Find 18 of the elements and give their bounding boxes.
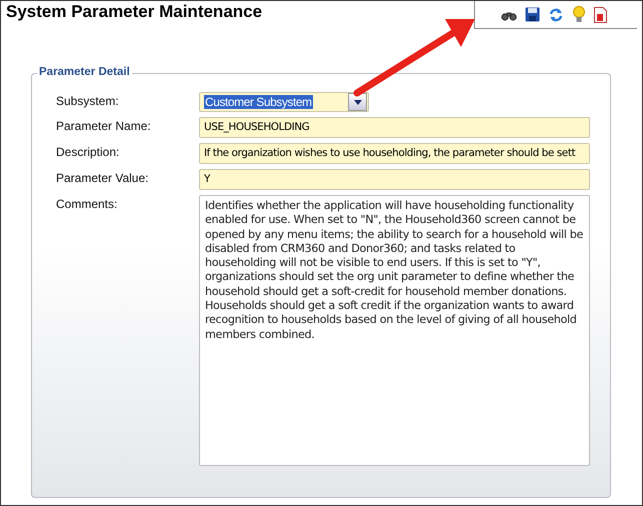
subsystem-dropdown[interactable]: Customer Subsystem (199, 92, 369, 112)
input-field[interactable]: Y (199, 169, 590, 190)
save-icon[interactable] (525, 7, 540, 22)
window-title: System Parameter Maintenance (5, 1, 264, 23)
input-field[interactable]: USE_HOUSEHOLDING (199, 117, 590, 138)
caret-icon (354, 100, 362, 104)
dropdown-button[interactable] (348, 93, 367, 111)
input-field[interactable]: If the organization wishes to use householding, the parameter should be sett (199, 143, 590, 164)
lightbulb-icon[interactable] (572, 6, 586, 23)
field-label: Subsystem: (56, 93, 120, 108)
field-label: Parameter Name: (56, 118, 152, 133)
panel-title: Parameter Detail (37, 66, 132, 78)
field-label: Comments: (56, 196, 118, 211)
refresh-icon[interactable] (548, 6, 564, 22)
field-label: Parameter Value: (56, 170, 150, 185)
field-label: Description: (56, 144, 120, 159)
comments-field[interactable]: Identifies whether the application will have householding functionality enabled for use. When set to "N", the Household360 screen cannot be opened by any menu items; the ability to search for a household will be disabled from CRM360 and Donor360; and tasks related to householding will not be visible to end users. If this is set to "Y", organizations should set the org unit parameter to define whether the household should get a soft-credit for household member donations. Households should get a soft credit if the organization wants to award recognition to households based on the level of giving of all household members combined. (199, 195, 590, 466)
document-icon[interactable] (594, 6, 607, 22)
